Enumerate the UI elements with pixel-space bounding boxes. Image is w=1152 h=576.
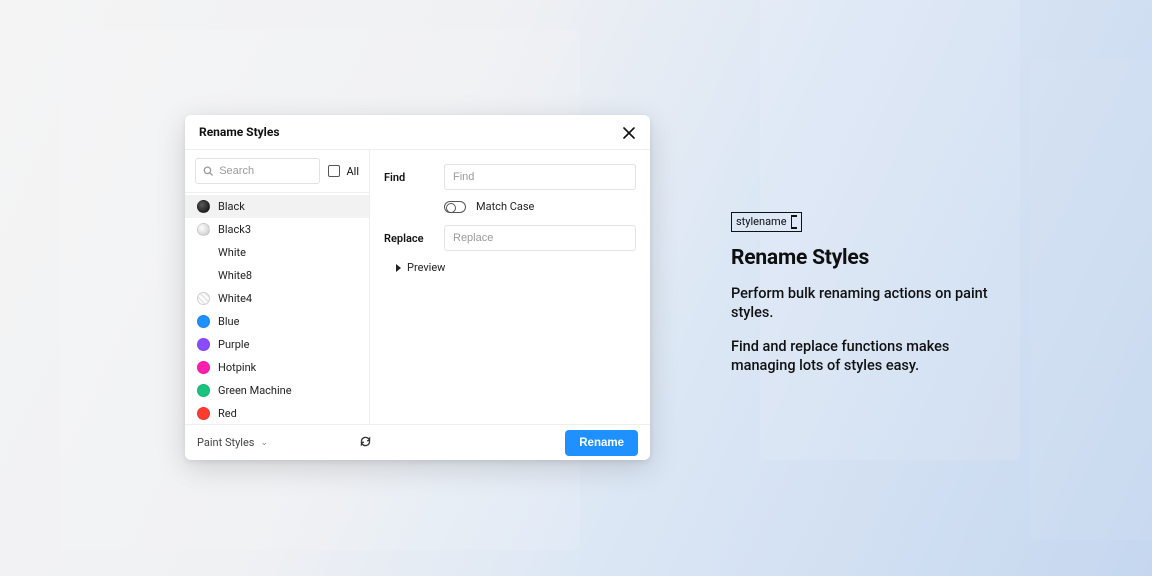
marketing-block: stylename Rename Styles Perform bulk ren… xyxy=(731,210,1011,390)
checkbox-icon xyxy=(328,165,340,177)
marketing-p2: Find and replace functions makes managin… xyxy=(731,337,1011,376)
search-input[interactable] xyxy=(219,165,312,177)
chevron-down-icon: ⌄ xyxy=(260,438,268,448)
style-item[interactable]: Black3 xyxy=(185,218,369,241)
color-swatch xyxy=(197,315,210,328)
rename-button[interactable]: Rename xyxy=(565,430,638,456)
find-input[interactable] xyxy=(444,164,636,190)
style-item[interactable]: White8 xyxy=(185,264,369,287)
rename-styles-modal: Rename Styles All Black Black3 White White8… xyxy=(185,115,650,460)
style-item-label: Blue xyxy=(218,315,239,328)
style-item-label: Red xyxy=(218,407,237,420)
style-item[interactable]: Hotpink xyxy=(185,356,369,379)
preview-disclosure[interactable]: Preview xyxy=(396,261,636,274)
color-swatch xyxy=(197,200,210,213)
text-cursor-icon xyxy=(791,215,797,229)
style-item[interactable]: Blue xyxy=(185,310,369,333)
marketing-p1: Perform bulk renaming actions on paint s… xyxy=(731,284,1011,323)
color-swatch xyxy=(197,384,210,397)
style-item[interactable]: Green Machine xyxy=(185,379,369,402)
marketing-headline: Rename Styles xyxy=(731,246,1011,270)
style-item[interactable]: White4 xyxy=(185,287,369,310)
select-all-label: All xyxy=(346,165,359,178)
modal-header: Rename Styles xyxy=(185,115,650,150)
preview-label: Preview xyxy=(407,261,445,274)
styles-sidebar: All Black Black3 White White8 White4 Blue Purp… xyxy=(185,150,370,424)
style-item[interactable]: Black xyxy=(185,195,369,218)
color-swatch xyxy=(197,269,210,282)
close-icon[interactable] xyxy=(622,125,636,139)
replace-input[interactable] xyxy=(444,225,636,251)
style-item[interactable]: White xyxy=(185,241,369,264)
color-swatch xyxy=(197,361,210,374)
badge-text: stylename xyxy=(736,215,787,228)
color-swatch xyxy=(197,338,210,351)
chevron-right-icon xyxy=(396,264,401,272)
style-item-label: Purple xyxy=(218,338,249,351)
find-label: Find xyxy=(384,171,432,184)
stylename-badge: stylename xyxy=(731,212,802,232)
color-swatch xyxy=(197,223,210,236)
match-case-toggle[interactable] xyxy=(444,201,466,213)
scope-dropdown[interactable]: Paint Styles ⌄ xyxy=(197,436,268,449)
style-item-label: Black xyxy=(218,200,245,213)
search-icon xyxy=(203,165,213,177)
color-swatch xyxy=(197,246,210,259)
style-item[interactable]: Red xyxy=(185,402,369,424)
style-item-label: Hotpink xyxy=(218,361,256,374)
style-item-label: White xyxy=(218,246,246,259)
color-swatch xyxy=(197,292,210,305)
refresh-icon[interactable] xyxy=(359,433,372,452)
style-item-label: White4 xyxy=(218,292,252,305)
style-item[interactable]: Purple xyxy=(185,333,369,356)
style-list: Black Black3 White White8 White4 Blue Purple Ho… xyxy=(185,193,369,424)
color-swatch xyxy=(197,407,210,420)
style-item-label: Green Machine xyxy=(218,384,292,397)
select-all-checkbox[interactable]: All xyxy=(328,165,359,178)
replace-label: Replace xyxy=(384,232,432,245)
search-input-wrap[interactable] xyxy=(195,158,320,184)
scope-dropdown-label: Paint Styles xyxy=(197,436,254,449)
modal-title: Rename Styles xyxy=(199,125,279,139)
rename-form: Find Match Case Replace Preview xyxy=(370,150,650,424)
style-item-label: Black3 xyxy=(218,223,251,236)
match-case-label: Match Case xyxy=(476,200,534,213)
style-item-label: White8 xyxy=(218,269,252,282)
